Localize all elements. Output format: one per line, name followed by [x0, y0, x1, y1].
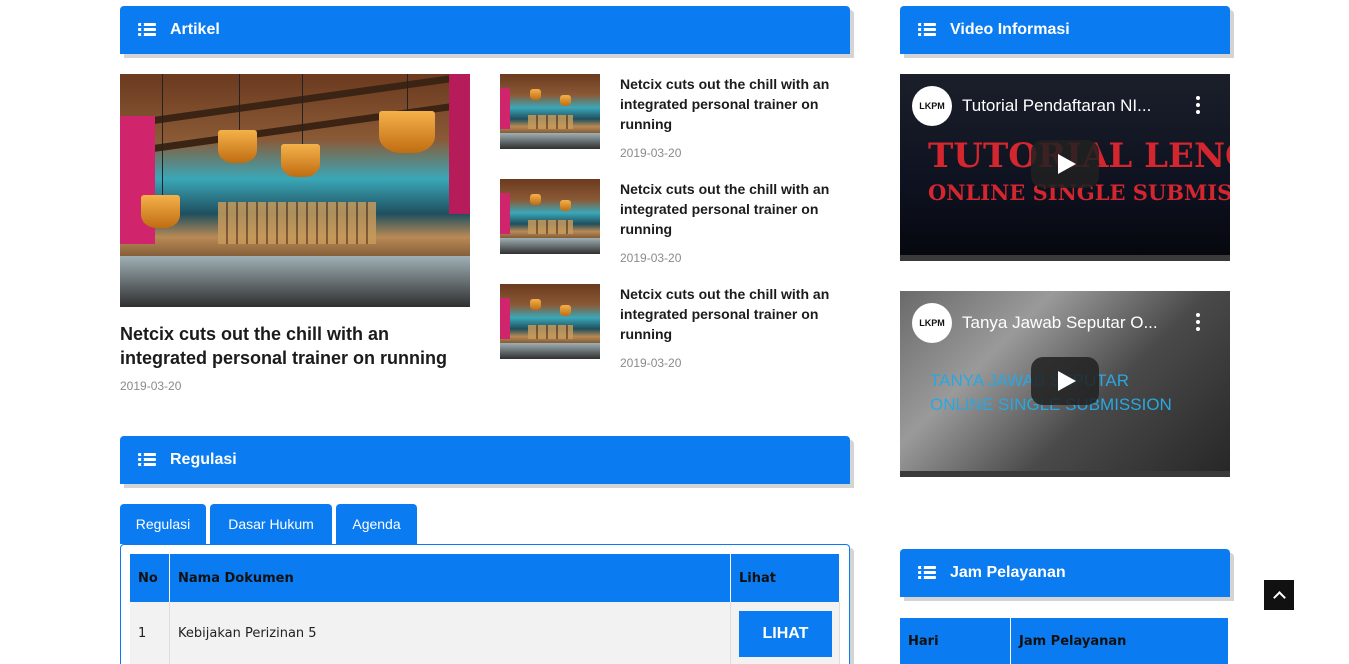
column-header-no: No	[130, 554, 170, 602]
article-date-2: 2019-03-20	[620, 251, 682, 265]
video-progress-bar[interactable]	[900, 471, 1230, 477]
column-header-jam: Jam Pelayanan	[1011, 618, 1229, 664]
jam-pelayanan-header: Jam Pelayanan	[900, 549, 1230, 597]
list-icon	[138, 453, 156, 467]
table-cell-no: 1	[130, 602, 170, 664]
column-header-lihat: Lihat	[731, 554, 840, 602]
article-thumb-3[interactable]	[500, 284, 600, 359]
regulasi-title: Regulasi	[170, 451, 237, 468]
chevron-up-icon[interactable]	[1264, 580, 1294, 610]
column-header-hari: Hari	[900, 618, 1011, 664]
video-title-2[interactable]: Tanya Jawab Seputar O...	[962, 313, 1158, 333]
video-title: Video Informasi	[950, 21, 1070, 38]
article-date-3: 2019-03-20	[620, 356, 682, 370]
video-title-1[interactable]: Tutorial Pendaftaran NI...	[962, 96, 1151, 116]
lihat-button[interactable]: LIHAT	[739, 611, 832, 657]
video-player-1[interactable]: TUTORIAL LENGKAP ONLINE SINGLE SUBMISSIO…	[900, 74, 1230, 261]
list-icon	[918, 566, 936, 580]
play-icon[interactable]	[1031, 357, 1099, 405]
featured-article-title[interactable]: Netcix cuts out the chill with an integr…	[120, 322, 470, 370]
featured-article-date: 2019-03-20	[120, 379, 182, 393]
artikel-header: Artikel	[120, 6, 850, 54]
article-title-2[interactable]: Netcix cuts out the chill with an integr…	[620, 179, 835, 239]
channel-logo[interactable]: LKPM	[912, 303, 952, 343]
video-overlay-text-2: TANYA JAWAB SEPUTAR	[930, 371, 1129, 390]
regulasi-header: Regulasi	[120, 436, 850, 484]
kebab-menu-icon[interactable]	[1196, 313, 1200, 331]
jam-pelayanan-title: Jam Pelayanan	[950, 564, 1066, 581]
artikel-title: Artikel	[170, 21, 220, 38]
tab-regulasi[interactable]: Regulasi	[120, 504, 206, 544]
table-cell-nama: Kebijakan Perizinan 5	[170, 602, 731, 664]
list-icon	[918, 23, 936, 37]
article-date-1: 2019-03-20	[620, 146, 682, 160]
article-thumb-1[interactable]	[500, 74, 600, 149]
column-header-nama: Nama Dokumen	[170, 554, 731, 602]
article-title-1[interactable]: Netcix cuts out the chill with an integr…	[620, 74, 835, 134]
channel-logo[interactable]: LKPM	[912, 86, 952, 126]
video-player-2[interactable]: TANYA JAWAB SEPUTAR ONLINE SINGLE SUBMIS…	[900, 291, 1230, 477]
article-thumb-2[interactable]	[500, 179, 600, 254]
play-icon[interactable]	[1031, 140, 1099, 188]
kebab-menu-icon[interactable]	[1196, 96, 1200, 114]
article-title-3[interactable]: Netcix cuts out the chill with an integr…	[620, 284, 835, 344]
list-icon	[138, 23, 156, 37]
video-header: Video Informasi	[900, 6, 1230, 54]
video-progress-bar[interactable]	[900, 255, 1230, 261]
featured-article-image[interactable]	[120, 74, 470, 307]
tab-dasar-hukum[interactable]: Dasar Hukum	[210, 504, 332, 544]
tab-agenda[interactable]: Agenda	[336, 504, 417, 544]
